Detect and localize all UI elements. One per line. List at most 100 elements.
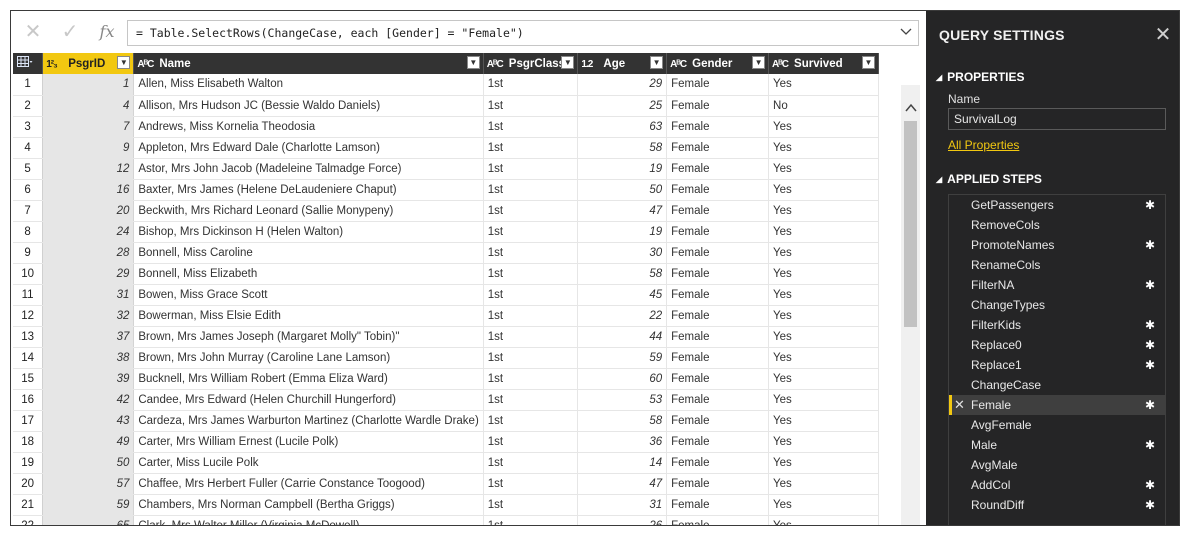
psgrid-cell[interactable]: 1 [42,74,135,96]
gender-cell[interactable]: Female [666,389,770,411]
gender-cell[interactable]: Female [666,221,770,243]
table-row[interactable]: 3 7 Andrews, Miss Kornelia Theodosia 1st 63 F… [13,116,879,138]
age-cell[interactable]: 19 [577,158,668,180]
table-row[interactable]: 4 9 Appleton, Mrs Edward Dale (Charlotte L… [13,137,879,159]
gear-icon[interactable]: ✱ [1145,275,1155,295]
psgrid-cell[interactable]: 39 [42,368,135,390]
survived-cell[interactable]: Yes [768,347,879,369]
name-cell[interactable]: Beckwith, Mrs Richard Leonard (Sallie Mo… [133,200,484,222]
row-number[interactable]: 19 [13,452,44,474]
text-type-icon[interactable]: AᴮC [137,59,159,70]
name-cell[interactable]: Bishop, Mrs Dickinson H (Helen Walton) [133,221,484,243]
survived-cell[interactable]: Yes [768,473,879,495]
psgrclass-cell[interactable]: 1st [483,473,579,495]
row-number[interactable]: 2 [13,95,44,117]
psgrid-cell[interactable]: 42 [42,389,135,411]
table-row[interactable]: 2265Clark, Mrs Walter Miller (Virginia M… [13,515,879,525]
psgrclass-cell[interactable]: 1st [483,368,579,390]
applied-step-addcol[interactable]: AddCol ✱ [949,475,1165,495]
name-cell[interactable]: Astor, Mrs John Jacob (Madeleine Talmadg… [133,158,484,180]
gear-icon[interactable]: ✱ [1145,235,1155,255]
psgrid-cell[interactable]: 9 [42,137,135,159]
name-cell[interactable]: Bowen, Miss Grace Scott [133,284,484,306]
age-cell[interactable]: 58 [577,263,668,285]
table-row[interactable]: 13 37 Brown, Mrs James Joseph (Margaret Mo… [13,326,879,348]
column-header-gender[interactable]: AᴮC Gender ▼ [666,53,770,74]
psgrid-cell[interactable]: 50 [42,452,135,474]
age-cell[interactable]: 25 [577,95,668,117]
name-cell[interactable]: Clark, Mrs Walter Miller (Virginia McDow… [133,515,484,525]
psgrid-cell[interactable]: 7 [42,116,135,138]
psgrid-cell[interactable]: 31 [42,284,135,306]
gender-cell[interactable]: Female [666,431,770,453]
decimal-type-icon[interactable]: 1.2 [581,59,603,70]
applied-step-female[interactable]: ✕ Female ✱ [949,395,1165,415]
row-number[interactable]: 20 [13,473,44,495]
gender-cell[interactable]: Female [666,473,770,495]
psgrclass-cell[interactable]: 1st [483,326,579,348]
survived-cell[interactable]: Yes [768,431,879,453]
psgrid-cell[interactable]: 16 [42,179,135,201]
chevron-down-icon[interactable] [900,25,914,41]
psgrid-cell[interactable]: 4 [42,95,135,117]
gender-cell[interactable]: Female [666,452,770,474]
psgrid-cell[interactable]: 49 [42,431,135,453]
column-header-survived[interactable]: AᴮC Survived ▼ [768,53,879,74]
applied-step-replace0[interactable]: Replace0 ✱ [949,335,1165,355]
name-cell[interactable]: Bonnell, Miss Caroline [133,242,484,264]
survived-cell[interactable]: Yes [768,389,879,411]
filter-dropdown-icon[interactable]: ▼ [650,56,664,69]
row-number[interactable]: 3 [13,116,44,138]
applied-step-removecols[interactable]: RemoveCols [949,215,1165,235]
applied-step-avgfemale[interactable]: AvgFemale [949,415,1165,435]
gender-cell[interactable]: Female [666,263,770,285]
applied-step-male[interactable]: Male ✱ [949,435,1165,455]
age-cell[interactable]: 45 [577,284,668,306]
row-number[interactable]: 10 [13,263,44,285]
vertical-scrollbar[interactable] [901,85,920,525]
column-header-psgrclass[interactable]: AᴮC PsgrClass ▼ [483,53,579,74]
row-number[interactable]: 13 [13,326,44,348]
psgrid-cell[interactable]: 59 [42,494,135,516]
table-row[interactable]: 11 31 Bowen, Miss Grace Scott 1st 45 Female Ye… [13,284,879,306]
age-cell[interactable]: 60 [577,368,668,390]
age-cell[interactable]: 31 [577,494,668,516]
gender-cell[interactable]: Female [666,326,770,348]
row-number[interactable]: 9 [13,242,44,264]
age-cell[interactable]: 19 [577,221,668,243]
table-row[interactable]: 20 57 Chaffee, Mrs Herbert Fuller (Carrie … [13,473,879,495]
psgrid-cell[interactable]: 32 [42,305,135,327]
survived-cell[interactable]: Yes [768,326,879,348]
psgrclass-cell[interactable]: 1st [483,452,579,474]
query-name-input[interactable]: SurvivalLog [948,108,1166,130]
name-cell[interactable]: Brown, Mrs James Joseph (Margaret Molly"… [133,326,484,348]
filter-applied-icon[interactable]: ▼ [752,56,766,69]
age-cell[interactable]: 47 [577,200,668,222]
row-number[interactable]: 4 [13,137,44,159]
applied-step-filterkids[interactable]: FilterKids ✱ [949,315,1165,335]
table-row[interactable]: 16 42 Candee, Mrs Edward (Helen Churchill … [13,389,879,411]
survived-cell[interactable]: Yes [768,74,879,96]
name-cell[interactable]: Candee, Mrs Edward (Helen Churchill Hung… [133,389,484,411]
delete-step-icon[interactable]: ✕ [954,395,965,415]
row-number[interactable]: 12 [13,305,44,327]
psgrclass-cell[interactable]: 1st [483,389,579,411]
age-cell[interactable]: 29 [577,74,668,96]
age-cell[interactable]: 26 [577,515,668,525]
gender-cell[interactable]: Female [666,137,770,159]
table-row[interactable]: 1 1 Allen, Miss Elisabeth Walton 1st 29 Femal… [13,74,879,96]
whole-number-type-icon[interactable]: 1²₃ [46,59,68,70]
commit-formula-icon[interactable]: ✓ [56,20,84,44]
name-cell[interactable]: Chambers, Mrs Norman Campbell (Bertha Gr… [133,494,484,516]
gender-cell[interactable]: Female [666,95,770,117]
psgrclass-cell[interactable]: 1st [483,137,579,159]
text-type-icon[interactable]: AᴮC [670,59,692,70]
gender-cell[interactable]: Female [666,116,770,138]
table-row[interactable]: 6 16 Baxter, Mrs James (Helene DeLaudenier… [13,179,879,201]
gender-cell[interactable]: Female [666,242,770,264]
applied-step-changecase[interactable]: ChangeCase [949,375,1165,395]
text-type-icon[interactable]: AᴮC [487,59,509,70]
table-row[interactable]: 21 59 Chambers, Mrs Norman Campbell (Berth… [13,494,879,516]
psgrclass-cell[interactable]: 1st [483,95,579,117]
scroll-up-icon[interactable] [901,99,920,119]
